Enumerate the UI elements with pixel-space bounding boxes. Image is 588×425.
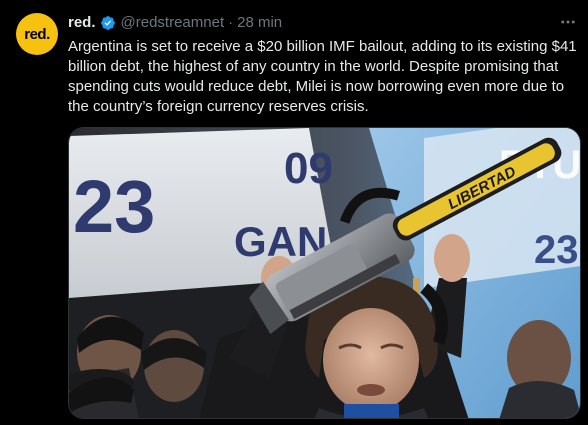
more-options-icon[interactable] — [556, 12, 580, 32]
banner-left-numbers: 23 — [73, 165, 155, 248]
separator-dot: · — [228, 14, 234, 31]
tweet-photo[interactable]: RTUD 23 23 GAN 09 — [68, 127, 581, 419]
avatar-logo-text: red. — [24, 25, 50, 43]
photo-scene: RTUD 23 23 GAN 09 — [69, 128, 580, 418]
tweet-text: Argentina is set to receive a $20 billio… — [68, 38, 577, 115]
avatar[interactable]: red. — [16, 13, 58, 55]
tweet-header: red. @redstreamnet · 28 min — [68, 14, 282, 32]
verified-badge-icon — [100, 15, 116, 31]
banner-right-numbers: 23 — [534, 228, 579, 272]
user-handle[interactable]: @redstreamnet — [121, 14, 225, 32]
banner-top-numbers: 09 — [284, 144, 333, 193]
tweet[interactable]: red. red. @redstreamnet · 28 min Argenti… — [0, 0, 588, 425]
timestamp[interactable]: 28 min — [237, 14, 282, 32]
display-name[interactable]: red. — [68, 14, 96, 32]
